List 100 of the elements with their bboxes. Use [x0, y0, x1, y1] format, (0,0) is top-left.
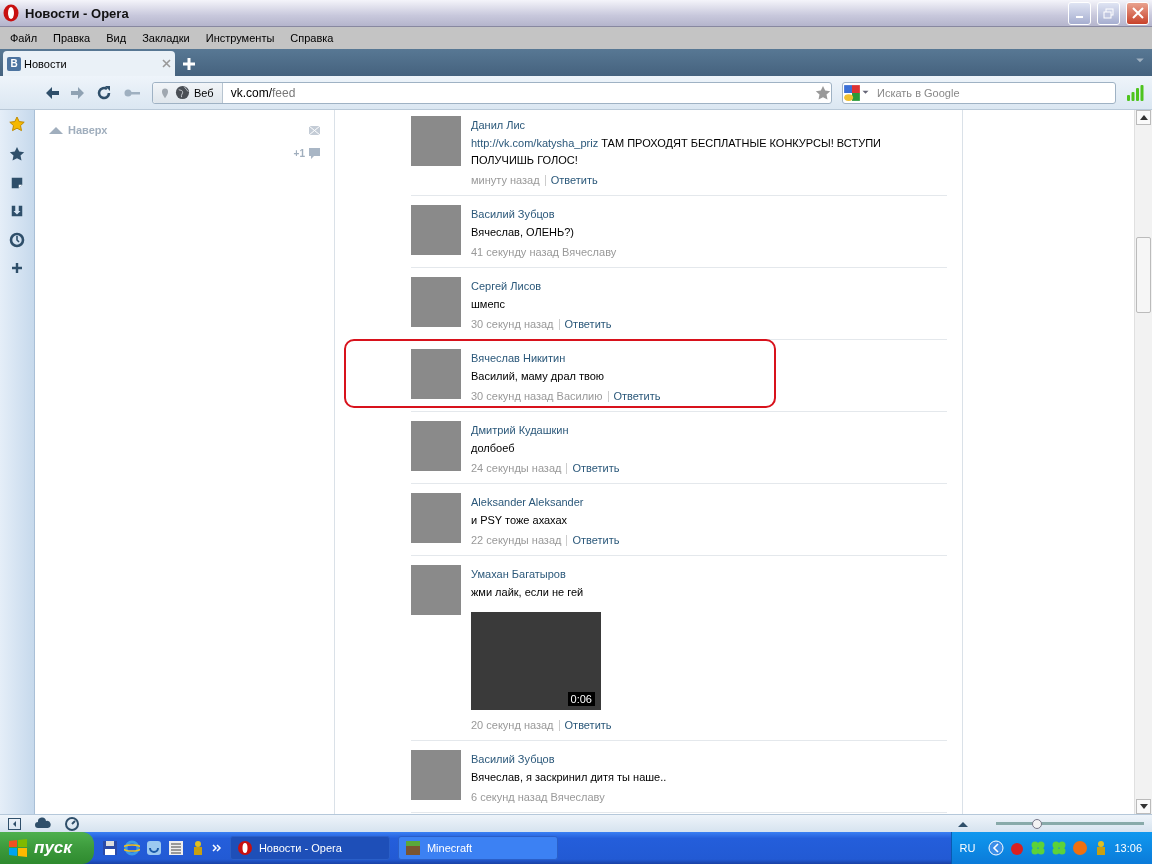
arrow-down-icon [1139, 804, 1148, 809]
comment-text: долбоеб [471, 441, 516, 456]
forward-icon [70, 84, 86, 101]
clock-icon [9, 232, 25, 248]
comment-icon [309, 148, 320, 159]
list-icon [167, 840, 184, 856]
timestamp-text: 41 секунду назад Вячеславу [471, 246, 617, 258]
comment-text: и PSY тоже ахахах [471, 513, 569, 528]
menu-item[interactable]: Правка [45, 32, 99, 44]
close-button[interactable] [1126, 1, 1149, 25]
avatar-photo-placeholder [411, 349, 461, 399]
menu-item[interactable]: Инструменты [197, 32, 283, 44]
author-link[interactable]: Дмитрий Кудашкин [471, 424, 947, 436]
chevron-icon [211, 843, 222, 853]
author-link[interactable]: Сергей Лисов [471, 280, 947, 292]
reply-link[interactable]: Ответить [572, 462, 620, 474]
opera-logo-icon [3, 4, 19, 22]
comment-text: Василий, маму драл твою [471, 369, 606, 384]
timestamp-text: 30 секунд назад [471, 318, 554, 330]
video-thumbnail-placeholder[interactable]: 0:06 [471, 612, 601, 710]
collapse-icon [958, 819, 968, 828]
signal-icon [1126, 84, 1144, 101]
address-field[interactable]: Веб vk.com/feed [152, 81, 832, 104]
avatar-photo-placeholder [411, 205, 461, 255]
avatar-photo-placeholder [411, 750, 461, 800]
comment-text: жми лайк, если не гей [471, 585, 585, 600]
video-duration: 0:06 [567, 692, 595, 706]
search-field[interactable]: Искать в Google [842, 81, 1116, 104]
menu-item[interactable]: Справка [282, 32, 342, 44]
avatar-photo-placeholder [411, 565, 461, 615]
timestamp-text: 24 секунды назад [471, 462, 562, 474]
clock-text: 13:06 [1114, 842, 1142, 854]
author-link[interactable]: Aleksander Aleksander [471, 496, 947, 508]
reply-link[interactable]: Ответить [572, 534, 620, 546]
avatar-photo-placeholder [411, 493, 461, 543]
start-button[interactable]: пуск [0, 832, 94, 864]
globe-icon [175, 85, 190, 100]
triangle-up-icon [49, 126, 63, 134]
avatar-photo-placeholder [411, 116, 461, 166]
google-logo-icon [843, 83, 861, 102]
envelope-icon [309, 125, 320, 135]
timestamp-text: 20 секунд назад [471, 719, 554, 731]
star-icon [9, 146, 25, 162]
reply-link[interactable]: Ответить [550, 174, 598, 186]
add-icon [11, 262, 23, 274]
panel-toggle-icon [8, 817, 21, 830]
author-link[interactable]: Данил Лис [471, 119, 947, 131]
bookmark-star-icon [815, 84, 831, 101]
avatar-photo-placeholder [411, 421, 461, 471]
minimize-icon [1076, 16, 1083, 18]
clover-icon [1030, 840, 1047, 856]
favicon: В [7, 56, 21, 71]
author-link[interactable]: Василий Зубцов [471, 753, 947, 765]
reply-link[interactable]: Ответить [613, 390, 661, 402]
author-link[interactable]: Василий Зубцов [471, 208, 947, 220]
windows-logo-icon [8, 839, 28, 857]
scrollbar-thumb[interactable] [1136, 237, 1151, 313]
author-link[interactable]: Умахан Багатыров [471, 568, 947, 580]
menu-item[interactable]: Вид [98, 32, 135, 44]
grass-block-icon [404, 840, 421, 856]
opera-logo-icon [236, 840, 253, 856]
note-icon [10, 176, 24, 190]
restore-icon [1103, 7, 1114, 19]
counter-text: +1 [293, 148, 305, 159]
timestamp-text: 30 секунд назад Василию [471, 390, 603, 402]
author-link[interactable]: Вячеслав Никитин [471, 352, 947, 364]
reply-link[interactable]: Ответить [564, 719, 612, 731]
browser-icon [145, 840, 162, 856]
ball-icon [1072, 840, 1089, 856]
comment-text: Вячеслав, ОЛЕНЬ?) [471, 225, 575, 240]
new-tab-icon [181, 55, 197, 72]
browser-tab[interactable]: В Новости [3, 51, 175, 76]
avatar-photo-placeholder [411, 277, 461, 327]
timestamp-text: минуту назад [471, 174, 540, 186]
comment-text: шмепс [471, 297, 506, 312]
menu-item[interactable]: Закладки [134, 32, 198, 44]
menu-item[interactable]: Файл [2, 32, 46, 44]
reply-link[interactable]: Ответить [564, 318, 612, 330]
taskbar-button[interactable]: Minecraft [397, 836, 558, 860]
web-label: Веб [194, 86, 214, 99]
clover-icon [1051, 840, 1068, 856]
scroll-up-button[interactable] [1136, 110, 1151, 125]
language-indicator[interactable]: RU [959, 842, 976, 854]
close-icon [1131, 7, 1144, 19]
timestamp-text: 22 секунды назад [471, 534, 562, 546]
restore-button[interactable] [1097, 1, 1120, 25]
speedometer-icon [65, 816, 79, 831]
internet-explorer-icon [123, 840, 140, 856]
back-icon [988, 840, 1005, 856]
reload-icon [96, 84, 112, 101]
comment-text: http://vk.com/katysha_priz ТАМ ПРОХОДЯТ БЕСПЛАТНЫЕ КОНКУРСЫ! ВСТУПИ ПОЛУЧИШЬ ГОЛОС! [471, 136, 882, 168]
close-icon[interactable] [162, 59, 171, 68]
url-text: vk.com/feed [229, 85, 297, 100]
arrow-up-icon [1139, 115, 1148, 120]
minimize-button[interactable] [1068, 1, 1091, 25]
timestamp-text: 6 секунд назад Вячеславу [471, 791, 605, 803]
taskbar-button[interactable]: Новости - Opera [229, 836, 390, 860]
inline-link[interactable]: http://vk.com/katysha_priz [471, 137, 599, 149]
download-icon [10, 204, 24, 218]
scroll-down-button[interactable] [1136, 799, 1151, 814]
